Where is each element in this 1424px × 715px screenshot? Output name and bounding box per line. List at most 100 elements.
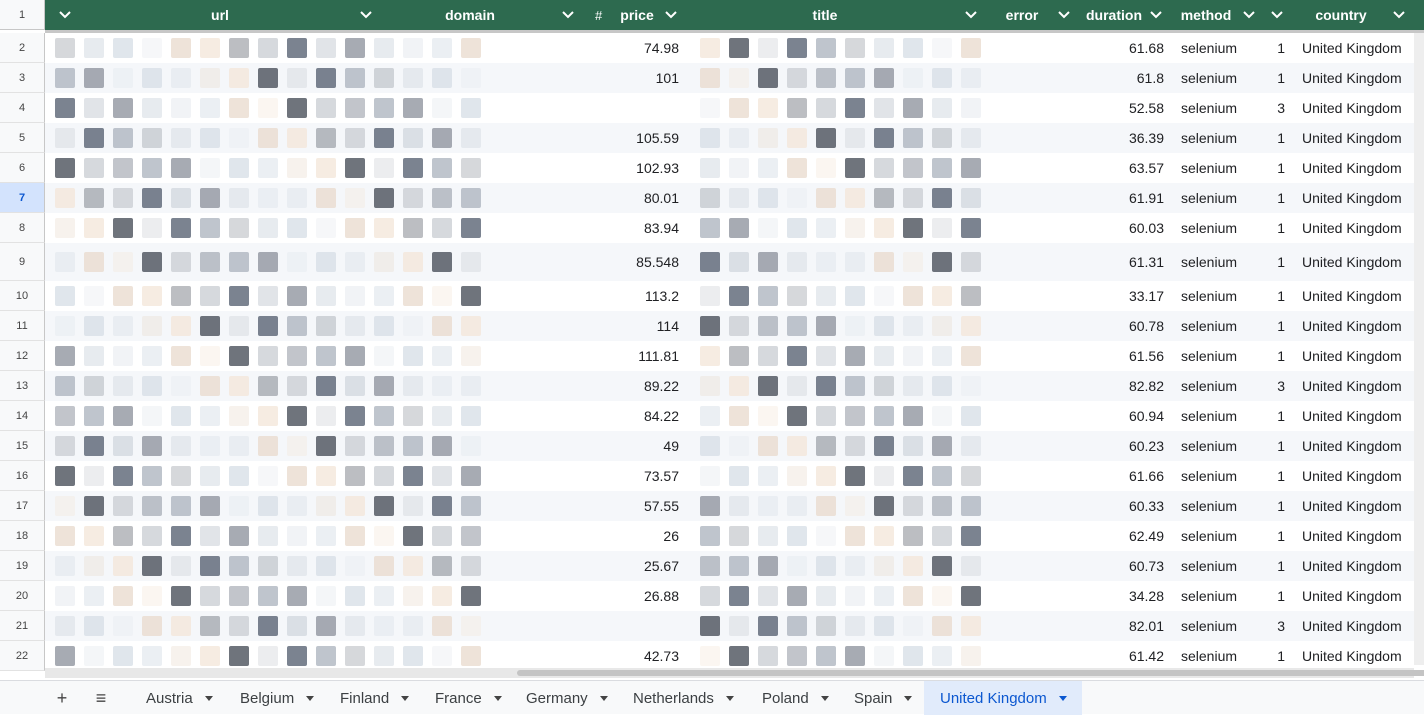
price-cell[interactable]: 102.93 — [546, 153, 679, 183]
duration-cell[interactable]: 61.31 — [1076, 243, 1164, 281]
filter-chevron-icon[interactable] — [58, 0, 72, 30]
price-cell[interactable]: 49 — [546, 431, 679, 461]
method-cell[interactable]: selenium — [1181, 491, 1261, 521]
row-number[interactable]: 3 — [0, 63, 45, 93]
attempts-cell[interactable]: 1 — [1262, 581, 1285, 611]
method-cell[interactable]: selenium — [1181, 431, 1261, 461]
attempts-cell[interactable]: 1 — [1262, 153, 1285, 183]
duration-cell[interactable]: 82.82 — [1076, 371, 1164, 401]
country-cell[interactable]: United Kingdom — [1302, 213, 1414, 243]
attempts-cell[interactable]: 1 — [1262, 311, 1285, 341]
method-cell[interactable]: selenium — [1181, 521, 1261, 551]
method-cell[interactable]: selenium — [1181, 341, 1261, 371]
method-cell[interactable]: selenium — [1181, 281, 1261, 311]
country-cell[interactable]: United Kingdom — [1302, 183, 1414, 213]
duration-cell[interactable]: 61.91 — [1076, 183, 1164, 213]
method-cell[interactable]: selenium — [1181, 243, 1261, 281]
method-cell[interactable]: selenium — [1181, 93, 1261, 123]
dropdown-caret-icon[interactable] — [820, 695, 829, 701]
spreadsheet-grid[interactable]: 1 url domain # price title error duratio… — [0, 0, 1424, 680]
method-cell[interactable]: selenium — [1181, 461, 1261, 491]
price-cell[interactable]: 74.98 — [546, 33, 679, 63]
country-cell[interactable]: United Kingdom — [1302, 341, 1414, 371]
sheet-tab[interactable]: France — [419, 681, 508, 715]
attempts-cell[interactable]: 1 — [1262, 213, 1285, 243]
filter-chevron-icon[interactable] — [1149, 0, 1163, 30]
price-cell[interactable]: 101 — [546, 63, 679, 93]
duration-cell[interactable]: 61.8 — [1076, 63, 1164, 93]
duration-cell[interactable]: 60.73 — [1076, 551, 1164, 581]
row-number[interactable]: 22 — [0, 641, 45, 671]
price-cell[interactable]: 113.2 — [546, 281, 679, 311]
dropdown-caret-icon[interactable] — [904, 695, 913, 701]
column-header-error[interactable]: error — [1000, 0, 1044, 30]
dropdown-caret-icon[interactable] — [725, 695, 734, 701]
duration-cell[interactable]: 63.57 — [1076, 153, 1164, 183]
method-cell[interactable]: selenium — [1181, 581, 1261, 611]
sheet-tab[interactable]: Germany — [510, 681, 615, 715]
price-cell[interactable]: 89.22 — [546, 371, 679, 401]
filter-chevron-icon[interactable] — [1057, 0, 1071, 30]
method-cell[interactable]: selenium — [1181, 153, 1261, 183]
price-cell[interactable]: 111.81 — [546, 341, 679, 371]
row-number[interactable]: 13 — [0, 371, 45, 401]
dropdown-caret-icon[interactable] — [306, 695, 315, 701]
sheet-tab[interactable]: Belgium — [224, 681, 322, 715]
country-cell[interactable]: United Kingdom — [1302, 551, 1414, 581]
country-cell[interactable]: United Kingdom — [1302, 371, 1414, 401]
country-cell[interactable]: United Kingdom — [1302, 63, 1414, 93]
country-cell[interactable]: United Kingdom — [1302, 33, 1414, 63]
row-number[interactable]: 17 — [0, 491, 45, 521]
price-cell[interactable]: 105.59 — [546, 123, 679, 153]
sheet-tab[interactable]: United Kingdom — [924, 681, 1082, 715]
duration-cell[interactable]: 62.49 — [1076, 521, 1164, 551]
add-sheet-button[interactable]: + — [48, 681, 76, 715]
row-number[interactable]: 14 — [0, 401, 45, 431]
attempts-cell[interactable]: 1 — [1262, 431, 1285, 461]
filter-chevron-icon[interactable] — [1242, 0, 1256, 30]
attempts-cell[interactable]: 1 — [1262, 33, 1285, 63]
country-cell[interactable]: United Kingdom — [1302, 93, 1414, 123]
duration-cell[interactable]: 60.78 — [1076, 311, 1164, 341]
row-number[interactable]: 10 — [0, 281, 45, 311]
attempts-cell[interactable]: 1 — [1262, 281, 1285, 311]
duration-cell[interactable]: 34.28 — [1076, 581, 1164, 611]
dropdown-caret-icon[interactable] — [204, 695, 213, 701]
attempts-cell[interactable]: 3 — [1262, 93, 1285, 123]
country-cell[interactable]: United Kingdom — [1302, 581, 1414, 611]
dropdown-caret-icon[interactable] — [401, 695, 410, 701]
dropdown-caret-icon[interactable] — [1058, 695, 1067, 701]
price-cell[interactable]: 85.548 — [546, 243, 679, 281]
row-number[interactable]: 2 — [0, 33, 45, 63]
duration-cell[interactable]: 82.01 — [1076, 611, 1164, 641]
price-cell[interactable]: 114 — [546, 311, 679, 341]
method-cell[interactable]: selenium — [1181, 183, 1261, 213]
duration-cell[interactable]: 61.42 — [1076, 641, 1164, 671]
row-number[interactable]: 11 — [0, 311, 45, 341]
attempts-cell[interactable]: 1 — [1262, 551, 1285, 581]
country-cell[interactable]: United Kingdom — [1302, 401, 1414, 431]
price-cell[interactable] — [546, 611, 679, 641]
all-sheets-menu-icon[interactable]: ≡ — [87, 681, 115, 715]
dropdown-caret-icon[interactable] — [599, 695, 608, 701]
attempts-cell[interactable]: 1 — [1262, 521, 1285, 551]
method-cell[interactable]: selenium — [1181, 123, 1261, 153]
duration-cell[interactable]: 60.03 — [1076, 213, 1164, 243]
price-cell[interactable] — [546, 93, 679, 123]
filter-chevron-icon[interactable] — [359, 0, 373, 30]
horizontal-scrollbar[interactable] — [45, 668, 1424, 678]
duration-cell[interactable]: 36.39 — [1076, 123, 1164, 153]
method-cell[interactable]: selenium — [1181, 213, 1261, 243]
price-cell[interactable]: 25.67 — [546, 551, 679, 581]
row-number[interactable]: 12 — [0, 341, 45, 371]
column-header-url[interactable]: url — [200, 0, 240, 30]
country-cell[interactable]: United Kingdom — [1302, 491, 1414, 521]
row-number[interactable]: 16 — [0, 461, 45, 491]
method-cell[interactable]: selenium — [1181, 551, 1261, 581]
sheet-tab[interactable]: Finland — [324, 681, 416, 715]
duration-cell[interactable]: 60.23 — [1076, 431, 1164, 461]
sheet-tab[interactable]: Poland — [746, 681, 836, 715]
method-cell[interactable]: selenium — [1181, 401, 1261, 431]
row-number[interactable]: 18 — [0, 521, 45, 551]
duration-cell[interactable]: 61.66 — [1076, 461, 1164, 491]
